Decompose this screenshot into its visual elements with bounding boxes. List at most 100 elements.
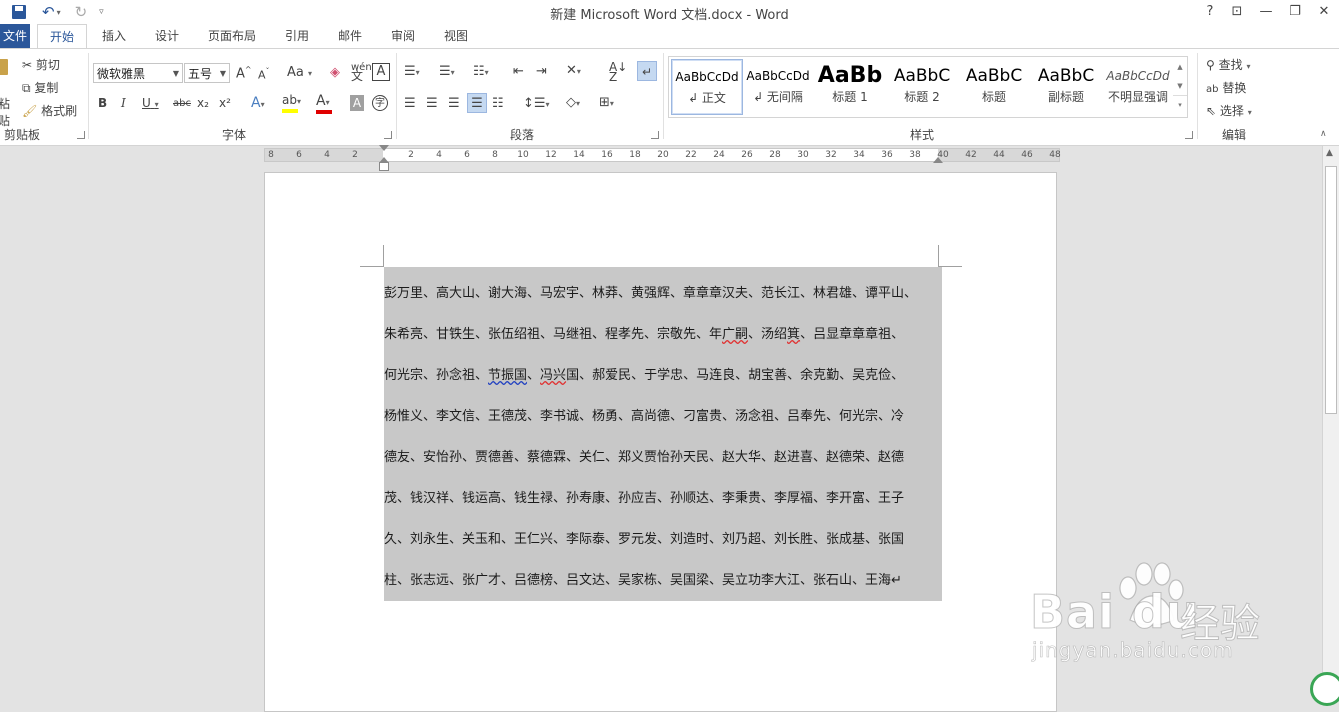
show-formatting-marks-button[interactable]: ↵ bbox=[637, 61, 657, 81]
font-launcher-icon[interactable] bbox=[384, 131, 392, 139]
tab-design[interactable]: 设计 bbox=[146, 24, 188, 48]
paragraph-launcher-icon[interactable] bbox=[651, 131, 659, 139]
tab-file[interactable]: 文件 bbox=[0, 24, 30, 48]
chinese-layout-button[interactable]: ✕▾ bbox=[566, 63, 581, 78]
tab-references[interactable]: 引用 bbox=[276, 24, 318, 48]
borders-button[interactable]: ⊞▾ bbox=[599, 95, 614, 110]
bullets-button[interactable]: ☰▾ bbox=[404, 64, 420, 79]
style-sample: AaBbC bbox=[1037, 66, 1095, 86]
minimize-button[interactable]: — bbox=[1253, 2, 1279, 22]
style-normal[interactable]: AaBbCcDd ↲ 正文 bbox=[671, 59, 743, 115]
tab-insert[interactable]: 插入 bbox=[93, 24, 135, 48]
line-spacing-button[interactable]: ↕☰▾ bbox=[523, 96, 550, 111]
tab-home[interactable]: 开始 bbox=[37, 24, 87, 50]
style-title[interactable]: AaBbC 标题 bbox=[959, 59, 1029, 113]
font-size-combo[interactable]: 五号 ▼ bbox=[184, 63, 230, 83]
style-no-spacing[interactable]: AaBbCcDd ↲ 无间隔 bbox=[743, 59, 813, 113]
style-subtle-emphasis[interactable]: AaBbCcDd 不明显强调 bbox=[1103, 59, 1173, 113]
chevron-up-icon[interactable]: ▲ bbox=[1326, 148, 1333, 158]
spell-error-word[interactable]: 广嗣 bbox=[722, 327, 748, 342]
copy-button[interactable]: ⧉ 复制 bbox=[22, 79, 58, 96]
tab-mailings[interactable]: 邮件 bbox=[329, 24, 371, 48]
title-bar: ↶ ▾ ↻ ▿ 新建 Microsoft Word 文档.docx - Word… bbox=[0, 0, 1339, 24]
document-line[interactable]: 杨惟义、李文信、王德茂、李书诚、杨勇、高尚德、刁富贵、汤念祖、吕奉先、何光宗、冷 bbox=[384, 405, 904, 424]
document-line[interactable]: 彭万里、高大山、谢大海、马宏宇、林莽、黄强辉、章章章汉夫、范长江、林君雄、谭平山… bbox=[384, 282, 917, 301]
change-case-button[interactable]: Aa ▾ bbox=[287, 65, 312, 80]
strikethrough-button[interactable]: abc bbox=[173, 98, 191, 109]
select-button[interactable]: ⇖ 选择 ▾ bbox=[1206, 102, 1252, 119]
clear-formatting-button[interactable]: ◈ bbox=[330, 65, 340, 80]
character-shading-button[interactable]: A bbox=[350, 95, 364, 111]
grow-font-icon: A bbox=[236, 66, 245, 82]
format-painter-button[interactable]: 🖌 格式刷 bbox=[22, 102, 77, 119]
document-line[interactable]: 何光宗、孙念祖、节振国、冯兴国、郝爱民、于学忠、马连良、胡宝善、余克勤、吴克俭、 bbox=[384, 364, 904, 383]
chevron-down-icon[interactable]: ▼ bbox=[173, 64, 179, 84]
text-effects-button[interactable]: A▾ bbox=[251, 95, 265, 111]
style-heading-1[interactable]: AaBb 标题 1 bbox=[815, 59, 885, 113]
highlight-button[interactable]: ab▾ bbox=[282, 93, 301, 113]
format-painter-label: 格式刷 bbox=[41, 104, 78, 118]
scrollbar-thumb[interactable] bbox=[1325, 166, 1337, 414]
character-border-button[interactable]: A bbox=[372, 63, 390, 81]
shading-button[interactable]: ◇▾ bbox=[566, 95, 580, 110]
font-color-button[interactable]: A▾ bbox=[316, 93, 332, 114]
text-selection-highlight bbox=[384, 267, 942, 601]
more-styles-icon[interactable]: ▾ bbox=[1173, 95, 1187, 114]
distributed-button[interactable]: ☷ bbox=[492, 96, 504, 111]
document-line[interactable]: 德友、安怡孙、贾德善、蔡德霖、关仁、郑义贾怡孙天民、赵大华、赵进喜、赵德荣、赵德 bbox=[384, 446, 904, 465]
cut-button[interactable]: ✂ 剪切 bbox=[22, 56, 60, 73]
document-line[interactable]: 朱希亮、甘铁生、张伍绍祖、马继祖、程孝先、宗敬先、年广嗣、汤绍箕、吕显章章章祖、 bbox=[384, 323, 904, 342]
chevron-up-icon[interactable]: ▲ bbox=[1173, 57, 1187, 77]
multilevel-list-button[interactable]: ☷▾ bbox=[473, 64, 489, 79]
tab-view[interactable]: 视图 bbox=[435, 24, 477, 48]
numbering-button[interactable]: ☰▾ bbox=[439, 64, 455, 79]
underline-icon: U bbox=[142, 96, 151, 110]
replace-button[interactable]: ab 替换 bbox=[1206, 79, 1246, 96]
collapse-ribbon-icon[interactable]: ∧ bbox=[1320, 129, 1327, 139]
document-line[interactable]: 久、刘永生、关玉和、王仁兴、李际泰、罗元发、刘造时、刘乃超、刘长胜、张成基、张国 bbox=[384, 528, 904, 547]
maximize-button[interactable]: ❐ bbox=[1282, 2, 1308, 22]
style-subtitle[interactable]: AaBbC 副标题 bbox=[1031, 59, 1101, 113]
bold-button[interactable]: B bbox=[98, 96, 107, 110]
right-indent-marker[interactable] bbox=[933, 157, 943, 163]
decrease-indent-button[interactable]: ⇤ bbox=[513, 64, 524, 79]
tab-page-layout[interactable]: 页面布局 bbox=[200, 24, 264, 48]
increase-indent-button[interactable]: ⇥ bbox=[536, 64, 547, 79]
find-button[interactable]: ⚲ 查找 ▾ bbox=[1206, 56, 1250, 73]
underline-button[interactable]: U ▾ bbox=[142, 96, 159, 110]
chevron-down-icon[interactable]: ▼ bbox=[1173, 77, 1187, 95]
horizontal-ruler[interactable]: 8 6 4 2 2 4 6 8 10 12 14 16 18 20 22 24 26 28 30 32 34 36 38 40… bbox=[264, 145, 1061, 163]
font-name-combo[interactable]: 微软雅黑 ▼ bbox=[93, 63, 183, 83]
help-button[interactable]: ? bbox=[1197, 2, 1223, 22]
close-button[interactable]: ✕ bbox=[1311, 2, 1337, 22]
justify-button[interactable]: ☰ bbox=[467, 93, 487, 113]
align-center-button[interactable]: ☰ bbox=[426, 96, 438, 111]
paste-button[interactable]: 粘贴 bbox=[0, 55, 12, 128]
spell-error-word[interactable]: 冯兴 bbox=[540, 368, 566, 383]
style-heading-2[interactable]: AaBbC 标题 2 bbox=[887, 59, 957, 113]
phonetic-guide-button[interactable]: wén 文 bbox=[351, 63, 372, 83]
superscript-button[interactable]: x² bbox=[219, 96, 231, 110]
styles-launcher-icon[interactable] bbox=[1185, 131, 1193, 139]
ribbon-display-options-button[interactable]: ⊡ bbox=[1224, 2, 1250, 22]
enclose-characters-button[interactable]: 字 bbox=[372, 95, 388, 111]
sort-button[interactable]: A↓ Z bbox=[609, 61, 627, 83]
first-line-indent-marker[interactable] bbox=[379, 145, 389, 151]
subscript-button[interactable]: x₂ bbox=[197, 96, 209, 110]
grammar-error-word[interactable]: 节振国 bbox=[488, 368, 527, 383]
grow-font-button[interactable]: A^ bbox=[236, 65, 252, 81]
italic-button[interactable]: I bbox=[121, 96, 126, 110]
left-indent-marker[interactable] bbox=[379, 162, 389, 171]
tab-review[interactable]: 审阅 bbox=[382, 24, 424, 48]
vertical-scrollbar[interactable]: ▲ bbox=[1322, 146, 1339, 699]
document-line[interactable]: 柱、张志远、张广才、吕德榜、吕文达、吴家栋、吴国梁、吴立功李大江、张石山、王海↵ bbox=[384, 569, 902, 588]
document-line[interactable]: 茂、钱汉祥、钱运高、钱生禄、孙寿康、孙应吉、孙顺达、李秉贵、李厚福、李开富、王子 bbox=[384, 487, 904, 506]
style-name: 标题 bbox=[981, 90, 1006, 104]
chevron-down-icon[interactable]: ▼ bbox=[220, 64, 226, 84]
styles-gallery-scroll[interactable]: ▲ ▼ ▾ bbox=[1173, 56, 1188, 118]
spell-error-word[interactable]: 箕 bbox=[787, 327, 800, 342]
align-left-button[interactable]: ☰ bbox=[404, 96, 416, 111]
align-right-button[interactable]: ☰ bbox=[448, 96, 460, 111]
shrink-font-button[interactable]: Aˇ bbox=[258, 67, 270, 82]
clipboard-launcher-icon[interactable] bbox=[77, 131, 85, 139]
